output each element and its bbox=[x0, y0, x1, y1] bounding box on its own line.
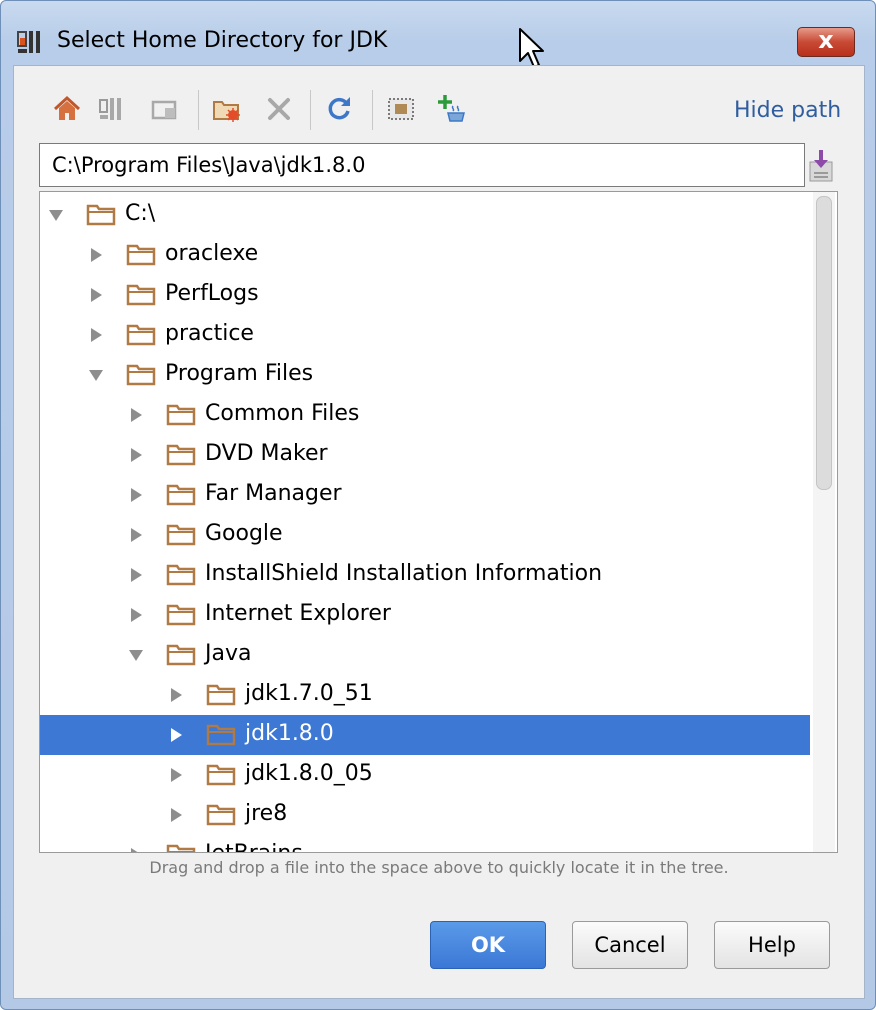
collapsed-arrow-icon[interactable] bbox=[128, 447, 144, 463]
folder-icon bbox=[166, 404, 196, 426]
tree-row-label: PerfLogs bbox=[165, 281, 259, 306]
collapsed-arrow-icon[interactable] bbox=[128, 487, 144, 503]
intellij-app-icon bbox=[17, 31, 40, 53]
expanded-arrow-icon[interactable] bbox=[128, 647, 144, 663]
tree-row[interactable]: JetBrains bbox=[40, 835, 810, 853]
tree-row-label: JetBrains bbox=[205, 841, 303, 852]
ok-button[interactable]: OK bbox=[430, 921, 546, 969]
folder-icon bbox=[166, 604, 196, 626]
title-bar[interactable]: Select Home Directory for JDK x bbox=[1, 1, 875, 68]
tree-row[interactable]: Far Manager bbox=[40, 475, 810, 515]
tree-row-label: Google bbox=[205, 521, 283, 546]
folder-icon bbox=[166, 564, 196, 586]
tree-row-label: oraclexe bbox=[165, 241, 259, 266]
collapsed-arrow-icon[interactable] bbox=[128, 567, 144, 583]
collapsed-arrow-icon[interactable] bbox=[88, 327, 104, 343]
tree-row-label: jdk1.8.0_05 bbox=[245, 761, 373, 786]
tree-row-label: Internet Explorer bbox=[205, 601, 391, 626]
drag-drop-hint: Drag and drop a file into the space abov… bbox=[149, 858, 729, 877]
collapsed-arrow-icon[interactable] bbox=[128, 527, 144, 543]
folder-icon bbox=[86, 204, 116, 226]
window-title: Select Home Directory for JDK bbox=[57, 28, 388, 53]
collapsed-arrow-icon[interactable] bbox=[168, 767, 184, 783]
folder-icon bbox=[166, 484, 196, 506]
folder-icon bbox=[206, 764, 236, 786]
home-icon[interactable] bbox=[52, 94, 82, 124]
tree-row[interactable]: Program Files bbox=[40, 355, 810, 395]
tree-row[interactable]: jdk1.8.0_05 bbox=[40, 755, 810, 795]
folder-icon bbox=[166, 844, 196, 852]
file-tree[interactable]: JetBrains jre8 jdk1.8.0_05 jdk1.8.0 jdk1.7.0… bbox=[39, 191, 838, 853]
path-input[interactable] bbox=[39, 143, 805, 187]
tree-row-label: practice bbox=[165, 321, 254, 346]
folder-icon bbox=[206, 724, 236, 746]
tree-row[interactable]: practice bbox=[40, 315, 810, 355]
tree-row[interactable]: C:\ bbox=[40, 195, 810, 235]
tree-row-label: Common Files bbox=[205, 401, 360, 426]
tree-row[interactable]: jdk1.8.0 bbox=[40, 715, 810, 755]
hide-path-link[interactable]: Hide path bbox=[734, 98, 841, 123]
tree-row[interactable]: oraclexe bbox=[40, 235, 810, 275]
tree-row-label: InstallShield Installation Information bbox=[205, 561, 603, 586]
collapsed-arrow-icon[interactable] bbox=[128, 607, 144, 623]
folder-icon bbox=[166, 524, 196, 546]
tree-scrollbar[interactable] bbox=[813, 192, 835, 852]
expanded-arrow-icon[interactable] bbox=[88, 367, 104, 383]
collapsed-arrow-icon[interactable] bbox=[128, 847, 144, 853]
tree-row-label: jdk1.8.0 bbox=[245, 721, 334, 746]
refresh-icon[interactable] bbox=[324, 94, 354, 124]
tree-row[interactable]: InstallShield Installation Information bbox=[40, 555, 810, 595]
folder-icon bbox=[206, 804, 236, 826]
tree-row[interactable]: Java bbox=[40, 635, 810, 675]
module-icon[interactable] bbox=[150, 94, 180, 124]
add-sdk-icon[interactable] bbox=[438, 94, 468, 124]
collapsed-arrow-icon[interactable] bbox=[88, 287, 104, 303]
tree-row-label: Program Files bbox=[165, 361, 314, 386]
tree-row-label: Java bbox=[205, 641, 252, 666]
project-icon[interactable] bbox=[98, 94, 128, 124]
collapsed-arrow-icon[interactable] bbox=[168, 727, 184, 743]
tree-row[interactable]: Common Files bbox=[40, 395, 810, 435]
tree-row[interactable]: jre8 bbox=[40, 795, 810, 835]
toolbar-separator bbox=[372, 90, 373, 130]
collapsed-arrow-icon[interactable] bbox=[128, 407, 144, 423]
folder-icon bbox=[126, 244, 156, 266]
tree-row-label: C:\ bbox=[125, 201, 156, 226]
new-folder-icon[interactable] bbox=[212, 94, 242, 124]
tree-row-label: jdk1.7.0_51 bbox=[245, 681, 373, 706]
toolbar-separator bbox=[310, 90, 311, 130]
tree-row-label: Far Manager bbox=[205, 481, 342, 506]
folder-icon bbox=[126, 284, 156, 306]
tree-row[interactable]: PerfLogs bbox=[40, 275, 810, 315]
expanded-arrow-icon[interactable] bbox=[48, 207, 64, 223]
close-button[interactable]: x bbox=[797, 26, 855, 57]
tree-row[interactable]: Google bbox=[40, 515, 810, 555]
tree-row-label: DVD Maker bbox=[205, 441, 328, 466]
tree-row[interactable]: DVD Maker bbox=[40, 435, 810, 475]
folder-icon bbox=[166, 644, 196, 666]
show-hidden-icon[interactable] bbox=[386, 94, 416, 124]
help-button[interactable]: Help bbox=[714, 921, 830, 969]
delete-icon[interactable] bbox=[264, 94, 294, 124]
folder-icon bbox=[206, 684, 236, 706]
folder-icon bbox=[166, 444, 196, 466]
collapsed-arrow-icon[interactable] bbox=[168, 687, 184, 703]
tree-row[interactable]: jdk1.7.0_51 bbox=[40, 675, 810, 715]
collapsed-arrow-icon[interactable] bbox=[168, 807, 184, 823]
toolbar-separator bbox=[198, 90, 199, 130]
dialog-content: Hide path JetBrains jre8 jdk1.8.0_05 jdk1.8… bbox=[13, 65, 865, 999]
toolbar: Hide path bbox=[14, 66, 864, 136]
dialog-window: Select Home Directory for JDK x Hide pat… bbox=[0, 0, 876, 1010]
collapsed-arrow-icon[interactable] bbox=[88, 247, 104, 263]
tree-row-label: jre8 bbox=[245, 801, 288, 826]
cancel-button[interactable]: Cancel bbox=[572, 921, 688, 969]
folder-icon bbox=[126, 324, 156, 346]
save-path-icon[interactable] bbox=[809, 148, 833, 182]
scrollbar-thumb[interactable] bbox=[816, 196, 832, 490]
close-icon: x bbox=[818, 26, 834, 54]
folder-icon bbox=[126, 364, 156, 386]
tree-row[interactable]: Internet Explorer bbox=[40, 595, 810, 635]
